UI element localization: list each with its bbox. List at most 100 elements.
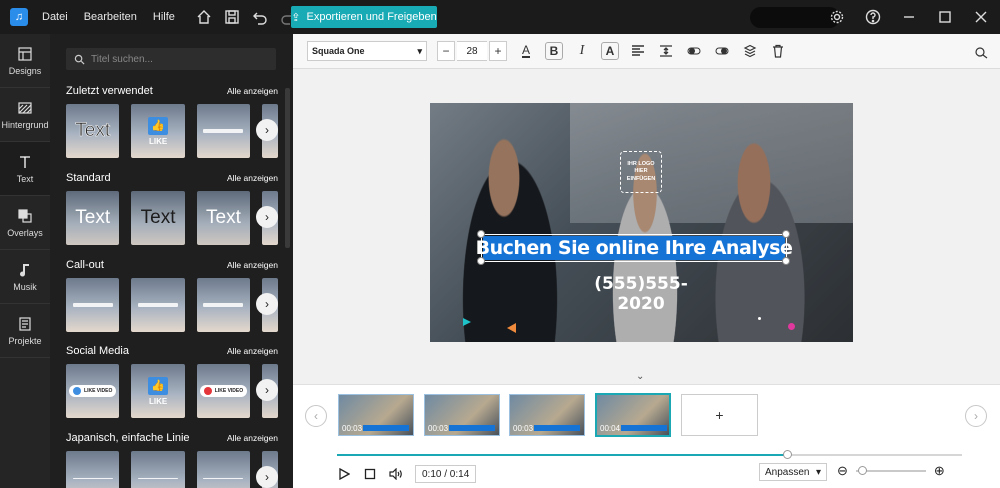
align-icon[interactable]	[629, 42, 647, 60]
pink-dot-shape	[788, 323, 795, 330]
text-template[interactable]: Text	[196, 191, 251, 245]
resize-handle[interactable]	[782, 230, 790, 238]
stop-icon[interactable]	[363, 467, 377, 481]
volume-icon[interactable]	[389, 467, 403, 481]
playhead-handle[interactable]	[783, 450, 792, 459]
fit-select[interactable]: Anpassen ▾	[759, 463, 827, 481]
projects-icon	[19, 316, 31, 331]
close-icon[interactable]	[970, 6, 992, 28]
rail-music[interactable]: Musik	[0, 250, 50, 304]
like-video-template[interactable]: LIKE VIDEO	[66, 364, 120, 418]
timeline-clip-active[interactable]: 00:04	[595, 393, 671, 437]
rail-overlays[interactable]: Overlays	[0, 196, 50, 250]
zoom-controls: ⊖ ⊕	[837, 463, 945, 479]
settings-icon[interactable]	[826, 6, 848, 28]
next-arrow-icon[interactable]: ›	[256, 119, 278, 141]
like-text: LIKE	[148, 396, 168, 406]
resize-handle[interactable]	[477, 257, 485, 265]
video-canvas[interactable]: IHR LOGO HIER EINFÜGEN Buchen Sie online…	[430, 103, 853, 342]
next-arrow-icon[interactable]: ›	[256, 379, 278, 401]
resize-handle[interactable]	[477, 230, 485, 238]
timeline-clip[interactable]: 00:03	[424, 394, 500, 436]
playback-track[interactable]	[337, 450, 962, 459]
search-input[interactable]: Titel suchen...	[66, 48, 276, 70]
thumbs-up-icon	[73, 387, 82, 395]
help-icon[interactable]	[862, 6, 884, 28]
line-template[interactable]	[196, 451, 251, 488]
designs-icon	[18, 46, 32, 61]
menu-edit[interactable]: Bearbeiten	[84, 11, 137, 23]
undo-icon[interactable]	[249, 6, 271, 28]
next-clip-icon[interactable]: ›	[965, 405, 987, 427]
panel-scrollbar[interactable]	[285, 88, 290, 248]
toggle-outline-icon[interactable]	[685, 42, 703, 60]
text-template[interactable]: Text	[131, 191, 185, 245]
font-select[interactable]: Squada One ▾	[307, 41, 427, 61]
rail-projects[interactable]: Projekte	[0, 304, 50, 358]
text-template[interactable]: Text	[66, 104, 120, 158]
next-arrow-icon[interactable]: ›	[256, 206, 278, 228]
like-template[interactable]: 👍 LIKE	[131, 104, 185, 158]
menu-file[interactable]: Datei	[42, 11, 68, 23]
like-template[interactable]: 👍 LIKE	[131, 364, 185, 418]
play-icon[interactable]	[337, 467, 351, 481]
line-template[interactable]	[66, 451, 120, 488]
next-arrow-icon[interactable]: ›	[256, 293, 278, 315]
trash-icon[interactable]	[769, 42, 787, 60]
zoom-in-icon[interactable]: ⊕	[934, 463, 945, 479]
show-all-link[interactable]: Alle anzeigen	[227, 173, 278, 183]
line-spacing-icon[interactable]	[657, 42, 675, 60]
home-icon[interactable]	[193, 6, 215, 28]
section-title: Call-out	[66, 259, 104, 271]
zoom-out-icon[interactable]: ⊖	[837, 463, 848, 479]
callout-template[interactable]	[66, 278, 120, 332]
prev-clip-icon[interactable]: ‹	[305, 405, 327, 427]
zoom-slider[interactable]	[855, 466, 926, 475]
save-icon[interactable]	[221, 6, 243, 28]
italic-icon[interactable]: I	[573, 42, 591, 60]
line-template[interactable]	[196, 104, 251, 158]
logo-placeholder[interactable]: IHR LOGO HIER EINFÜGEN	[620, 151, 662, 193]
zoom-handle[interactable]	[857, 466, 867, 475]
headline-text[interactable]: Buchen Sie online Ihre Analyse	[476, 236, 793, 260]
rail-text[interactable]: Text	[0, 142, 50, 196]
show-all-link[interactable]: Alle anzeigen	[227, 260, 278, 270]
timeline-clip[interactable]: 00:03	[509, 394, 585, 436]
chevron-down-icon[interactable]: ⌄	[636, 371, 644, 382]
add-clip-button[interactable]: +	[681, 394, 758, 436]
template-text: Text	[206, 207, 241, 228]
like-video-text: LIKE VIDEO	[84, 388, 113, 394]
increase-size-button[interactable]: +	[489, 41, 507, 61]
decrease-size-button[interactable]: −	[437, 41, 455, 61]
bold-icon[interactable]: B	[545, 42, 563, 60]
show-all-link[interactable]: Alle anzeigen	[227, 346, 278, 356]
text-color-icon[interactable]: A	[517, 42, 535, 60]
show-all-link[interactable]: Alle anzeigen	[227, 433, 278, 443]
rail-background[interactable]: Hintergrund	[0, 88, 50, 142]
export-button[interactable]: ⇪ Exportieren und Freigeben	[291, 6, 437, 28]
rail-label: Hintergrund	[1, 119, 49, 130]
resize-handle[interactable]	[782, 257, 790, 265]
line-template[interactable]	[131, 451, 185, 488]
like-video-template[interactable]: LIKE VIDEO	[196, 364, 251, 418]
next-arrow-icon[interactable]: ›	[256, 466, 278, 488]
text-template[interactable]: Text	[66, 191, 120, 245]
layers-icon[interactable]	[741, 42, 759, 60]
menu-help[interactable]: Hilfe	[153, 11, 175, 23]
minimize-icon[interactable]	[898, 6, 920, 28]
clip-duration: 00:03	[342, 424, 363, 433]
text-toolbar: Squada One ▾ − 28 + A B I A	[293, 34, 1000, 69]
section-title: Social Media	[66, 345, 129, 357]
maximize-icon[interactable]	[934, 6, 956, 28]
callout-template[interactable]	[196, 278, 251, 332]
callout-template[interactable]	[131, 278, 185, 332]
section-standard: Standard Alle anzeigen Text Text Text ›	[66, 171, 278, 245]
text-box-icon[interactable]: A	[601, 42, 619, 60]
phone-text[interactable]: (555)555-2020	[578, 274, 704, 314]
rail-designs[interactable]: Designs	[0, 34, 50, 88]
font-size-value[interactable]: 28	[457, 41, 487, 61]
timeline-clip[interactable]: 00:03	[338, 394, 414, 436]
magic-settings-icon[interactable]	[972, 43, 990, 61]
show-all-link[interactable]: Alle anzeigen	[227, 86, 278, 96]
toggle-shadow-icon[interactable]	[713, 42, 731, 60]
